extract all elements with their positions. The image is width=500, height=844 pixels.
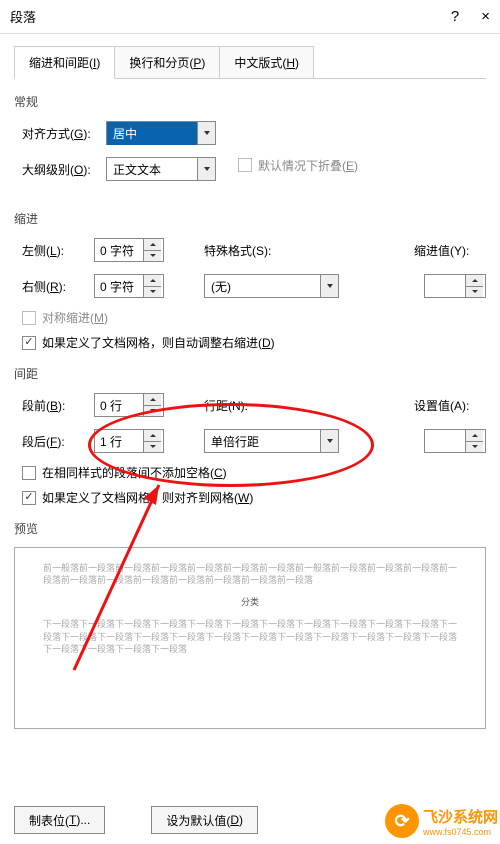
chevron-down-icon[interactable]: [197, 158, 215, 180]
tab-line-page-breaks[interactable]: 换行和分页(P): [114, 46, 220, 78]
spin-up[interactable]: [466, 275, 483, 287]
outline-level-select[interactable]: 正文文本: [106, 157, 216, 181]
tab-asian-typography[interactable]: 中文版式(H): [219, 46, 314, 78]
indent-by-input[interactable]: [425, 275, 465, 297]
indent-right-spinner[interactable]: [94, 274, 164, 298]
space-after-input[interactable]: [95, 430, 143, 452]
indent-by-label: 缩进值(Y):: [414, 242, 484, 259]
alignment-label: 对齐方式(G):: [14, 125, 106, 142]
spin-up[interactable]: [466, 430, 483, 442]
outline-level-label: 大纲级别(O):: [14, 161, 106, 178]
mirror-indent-checkbox: [22, 311, 36, 325]
watermark-url: www.fs0745.com: [423, 827, 498, 837]
spin-up[interactable]: [144, 394, 161, 406]
chevron-down-icon[interactable]: [320, 430, 338, 452]
no-extra-space-label: 在相同样式的段落间不添加空格(C): [42, 464, 227, 481]
alignment-select[interactable]: 居中: [106, 121, 216, 145]
mirror-indent-label: 对称缩进(M): [42, 309, 108, 326]
watermark-logo-icon: ⟳: [385, 804, 419, 838]
spacing-at-label: 设置值(A):: [414, 397, 484, 414]
title-bar: 段落 ? ×: [0, 0, 500, 34]
spin-down[interactable]: [466, 287, 483, 298]
watermark-title: 飞沙系统网: [423, 806, 498, 827]
space-before-input[interactable]: [95, 394, 143, 416]
spin-down[interactable]: [144, 442, 161, 453]
preview-light-after: 下一段落下一段落下一段落下一段落下一段落下一段落下一段落下一段落下一段落下一段落…: [43, 618, 457, 654]
section-preview: 预览: [14, 520, 486, 537]
line-spacing-select[interactable]: 单倍行距: [204, 429, 339, 453]
space-after-spinner[interactable]: [94, 429, 164, 453]
section-spacing: 间距: [14, 365, 486, 382]
tab-indent-spacing[interactable]: 缩进和间距(I): [14, 46, 115, 79]
snap-grid-label: 如果定义了文档网格，则对齐到网格(W): [42, 489, 253, 506]
preview-box: 前一般落前一段落前一段落前一段落前一段落前一段落前一段落前一般落前一段落前一段落…: [14, 547, 486, 729]
auto-adjust-right-indent-checkbox[interactable]: [22, 336, 36, 350]
indent-by-spinner[interactable]: [424, 274, 486, 298]
help-button[interactable]: ?: [451, 8, 459, 25]
spin-up[interactable]: [144, 430, 161, 442]
indent-left-input[interactable]: [95, 239, 143, 261]
close-button[interactable]: ×: [481, 8, 490, 25]
window-title: 段落: [10, 7, 36, 26]
space-before-spinner[interactable]: [94, 393, 164, 417]
watermark: ⟳ 飞沙系统网 www.fs0745.com: [383, 802, 500, 840]
spin-up[interactable]: [144, 239, 161, 251]
collapse-default-checkbox: [238, 158, 252, 172]
collapse-default-row: 默认情况下折叠(E): [230, 157, 358, 174]
spacing-at-input[interactable]: [425, 430, 465, 452]
spacing-at-spinner[interactable]: [424, 429, 486, 453]
line-spacing-label: 行距(N):: [204, 397, 296, 414]
collapse-default-label: 默认情况下折叠(E): [258, 157, 358, 174]
space-after-label: 段后(F):: [14, 433, 94, 450]
indent-left-label: 左侧(L):: [14, 242, 94, 259]
spin-up[interactable]: [144, 275, 161, 287]
indent-right-label: 右侧(R):: [14, 278, 94, 295]
spin-down[interactable]: [144, 406, 161, 417]
tabs-button[interactable]: 制表位(T)...: [14, 806, 105, 834]
snap-grid-checkbox[interactable]: [22, 491, 36, 505]
indent-left-spinner[interactable]: [94, 238, 164, 262]
section-general: 常规: [14, 93, 486, 110]
spin-down[interactable]: [466, 442, 483, 453]
indent-right-input[interactable]: [95, 275, 143, 297]
spin-down[interactable]: [144, 251, 161, 262]
preview-sample-text: 分类: [43, 596, 457, 608]
space-before-label: 段前(B):: [14, 397, 94, 414]
section-indent: 缩进: [14, 210, 486, 227]
spin-down[interactable]: [144, 287, 161, 298]
chevron-down-icon[interactable]: [197, 122, 215, 144]
tab-bar: 缩进和间距(I) 换行和分页(P) 中文版式(H): [14, 46, 486, 79]
chevron-down-icon[interactable]: [320, 275, 338, 297]
special-format-label: 特殊格式(S):: [204, 242, 296, 259]
special-format-select[interactable]: (无): [204, 274, 339, 298]
preview-light-before: 前一般落前一段落前一段落前一段落前一段落前一段落前一段落前一般落前一段落前一段落…: [43, 562, 457, 586]
auto-adjust-right-indent-label: 如果定义了文档网格，则自动调整右缩进(D): [42, 334, 275, 351]
no-extra-space-checkbox[interactable]: [22, 466, 36, 480]
set-default-button[interactable]: 设为默认值(D): [151, 806, 258, 834]
